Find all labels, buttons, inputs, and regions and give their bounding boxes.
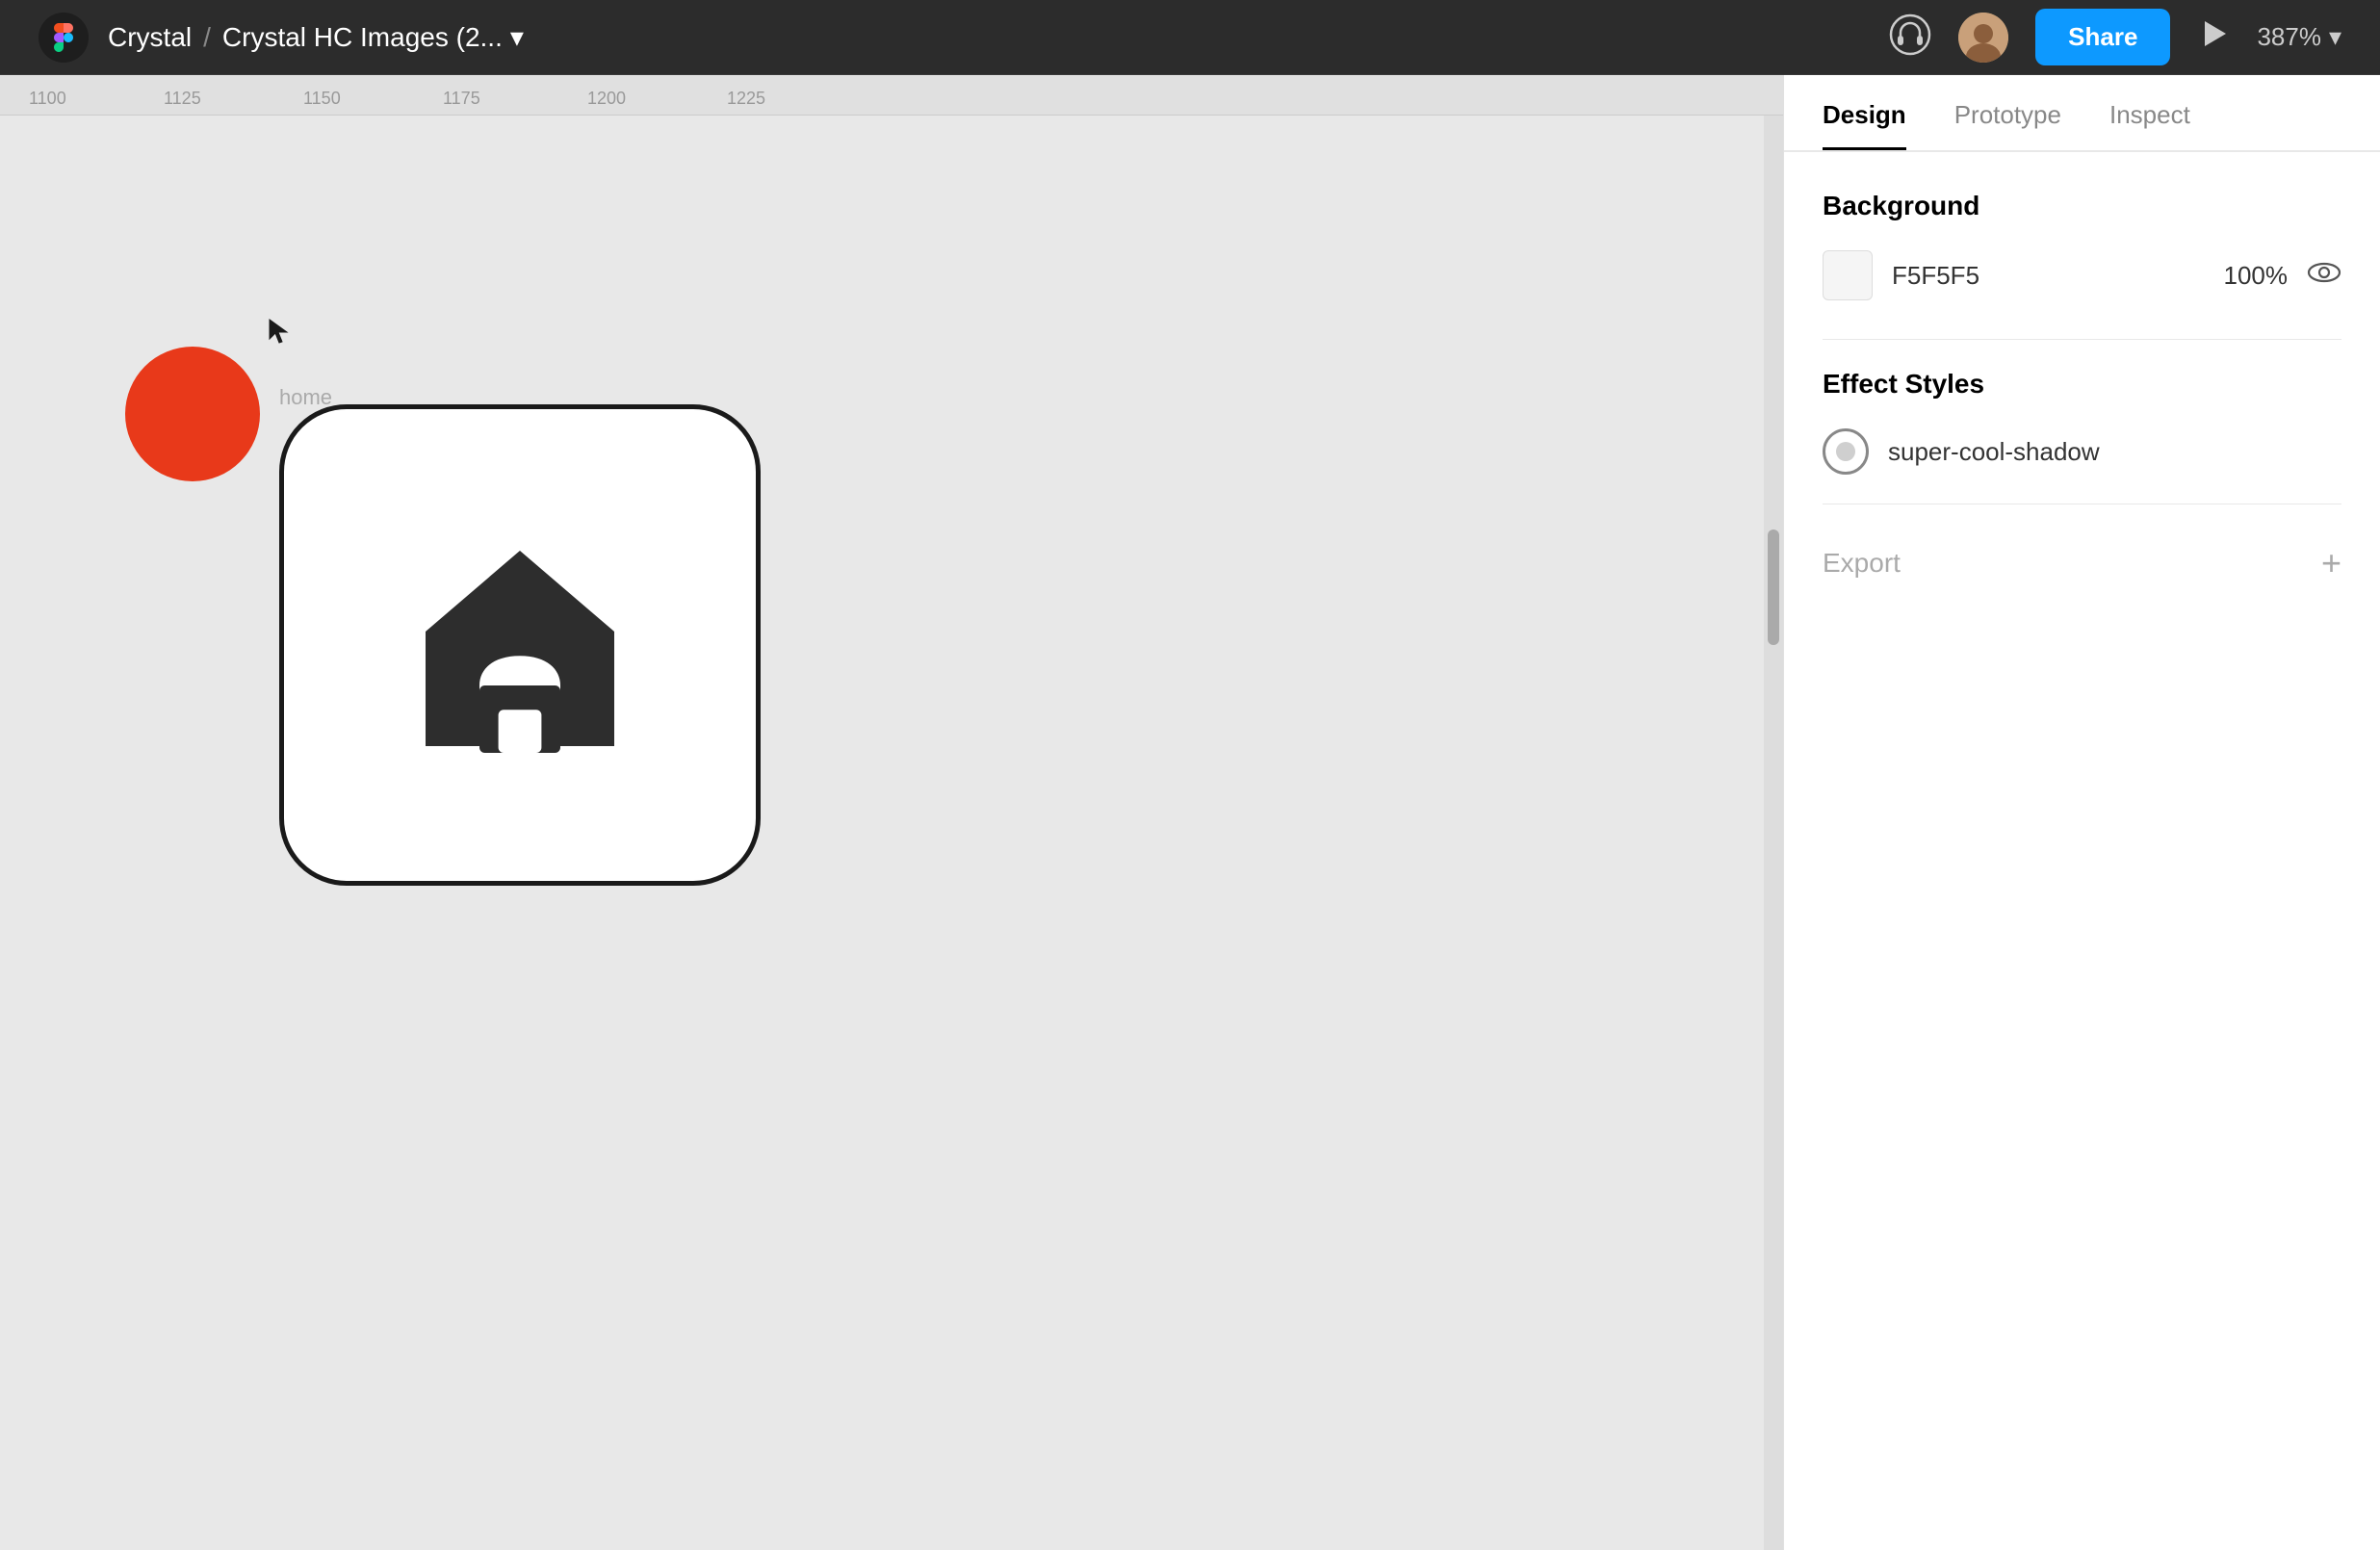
canvas[interactable]: 1100 1125 1150 1175 1200 1225 home xyxy=(0,75,1783,1550)
red-circle[interactable] xyxy=(125,347,260,481)
effect-style-row: super-cool-shadow xyxy=(1823,428,2341,475)
ruler-mark: 1175 xyxy=(443,89,480,109)
ruler-horizontal: 1100 1125 1150 1175 1200 1225 xyxy=(0,75,1783,116)
ruler-mark: 1200 xyxy=(587,89,626,109)
figma-logo[interactable] xyxy=(39,13,89,63)
background-color-swatch[interactable] xyxy=(1823,250,1873,300)
play-button[interactable] xyxy=(2197,17,2230,57)
breadcrumb-chevron-icon: ▾ xyxy=(510,21,524,53)
avatar xyxy=(1958,13,2008,63)
effect-styles-section: Effect Styles super-cool-shadow xyxy=(1823,369,2341,475)
effect-style-icon xyxy=(1823,428,1869,475)
effect-styles-title: Effect Styles xyxy=(1823,369,2341,400)
export-label: Export xyxy=(1823,548,1901,579)
home-icon xyxy=(385,510,655,780)
background-title: Background xyxy=(1823,191,2341,221)
canvas-content: home xyxy=(0,116,1764,1550)
home-card[interactable] xyxy=(279,404,761,886)
ruler-mark: 1100 xyxy=(29,89,66,109)
main: 1100 1125 1150 1175 1200 1225 home xyxy=(0,75,2380,1550)
effect-style-name: super-cool-shadow xyxy=(1888,437,2100,467)
breadcrumb-project[interactable]: Crystal xyxy=(108,22,192,53)
tab-inspect[interactable]: Inspect xyxy=(2109,100,2190,150)
zoom-chevron-icon: ▾ xyxy=(2329,22,2341,52)
panel-tabs: Design Prototype Inspect xyxy=(1784,75,2380,152)
ruler-mark: 1125 xyxy=(164,89,201,109)
tab-prototype[interactable]: Prototype xyxy=(1954,100,2061,150)
ruler-mark: 1150 xyxy=(303,89,341,109)
cursor-icon xyxy=(268,318,289,349)
breadcrumb-file[interactable]: Crystal HC Images (2... ▾ xyxy=(222,21,524,53)
background-row: F5F5F5 100% xyxy=(1823,250,2341,300)
topbar-right: Share 387% ▾ xyxy=(1889,9,2341,65)
export-add-icon[interactable]: + xyxy=(2321,543,2341,583)
share-button[interactable]: Share xyxy=(2035,9,2170,65)
topbar: Crystal / Crystal HC Images (2... ▾ Sh xyxy=(0,0,2380,75)
export-section: Export + xyxy=(1823,543,2341,583)
tab-design[interactable]: Design xyxy=(1823,100,1906,150)
scrollbar-thumb[interactable] xyxy=(1768,530,1779,645)
right-panel: Design Prototype Inspect Background F5F5… xyxy=(1783,75,2380,1550)
zoom-indicator[interactable]: 387% ▾ xyxy=(2257,22,2341,52)
divider xyxy=(1823,339,2341,340)
ruler-mark: 1225 xyxy=(727,89,765,109)
background-section: Background F5F5F5 100% xyxy=(1823,191,2341,300)
breadcrumb-separator: / xyxy=(203,22,211,53)
home-label: home xyxy=(279,385,332,410)
headphone-icon[interactable] xyxy=(1889,13,1931,61)
visibility-toggle-icon[interactable] xyxy=(2307,261,2341,291)
breadcrumb: Crystal / Crystal HC Images (2... ▾ xyxy=(108,21,524,53)
panel-content: Background F5F5F5 100% Effect Style xyxy=(1784,152,2380,1550)
topbar-left: Crystal / Crystal HC Images (2... ▾ xyxy=(39,13,524,63)
vertical-scrollbar[interactable] xyxy=(1764,116,1783,1550)
zoom-level: 387% xyxy=(2257,22,2321,52)
background-opacity: 100% xyxy=(2224,261,2289,291)
background-hex: F5F5F5 xyxy=(1892,261,2205,291)
